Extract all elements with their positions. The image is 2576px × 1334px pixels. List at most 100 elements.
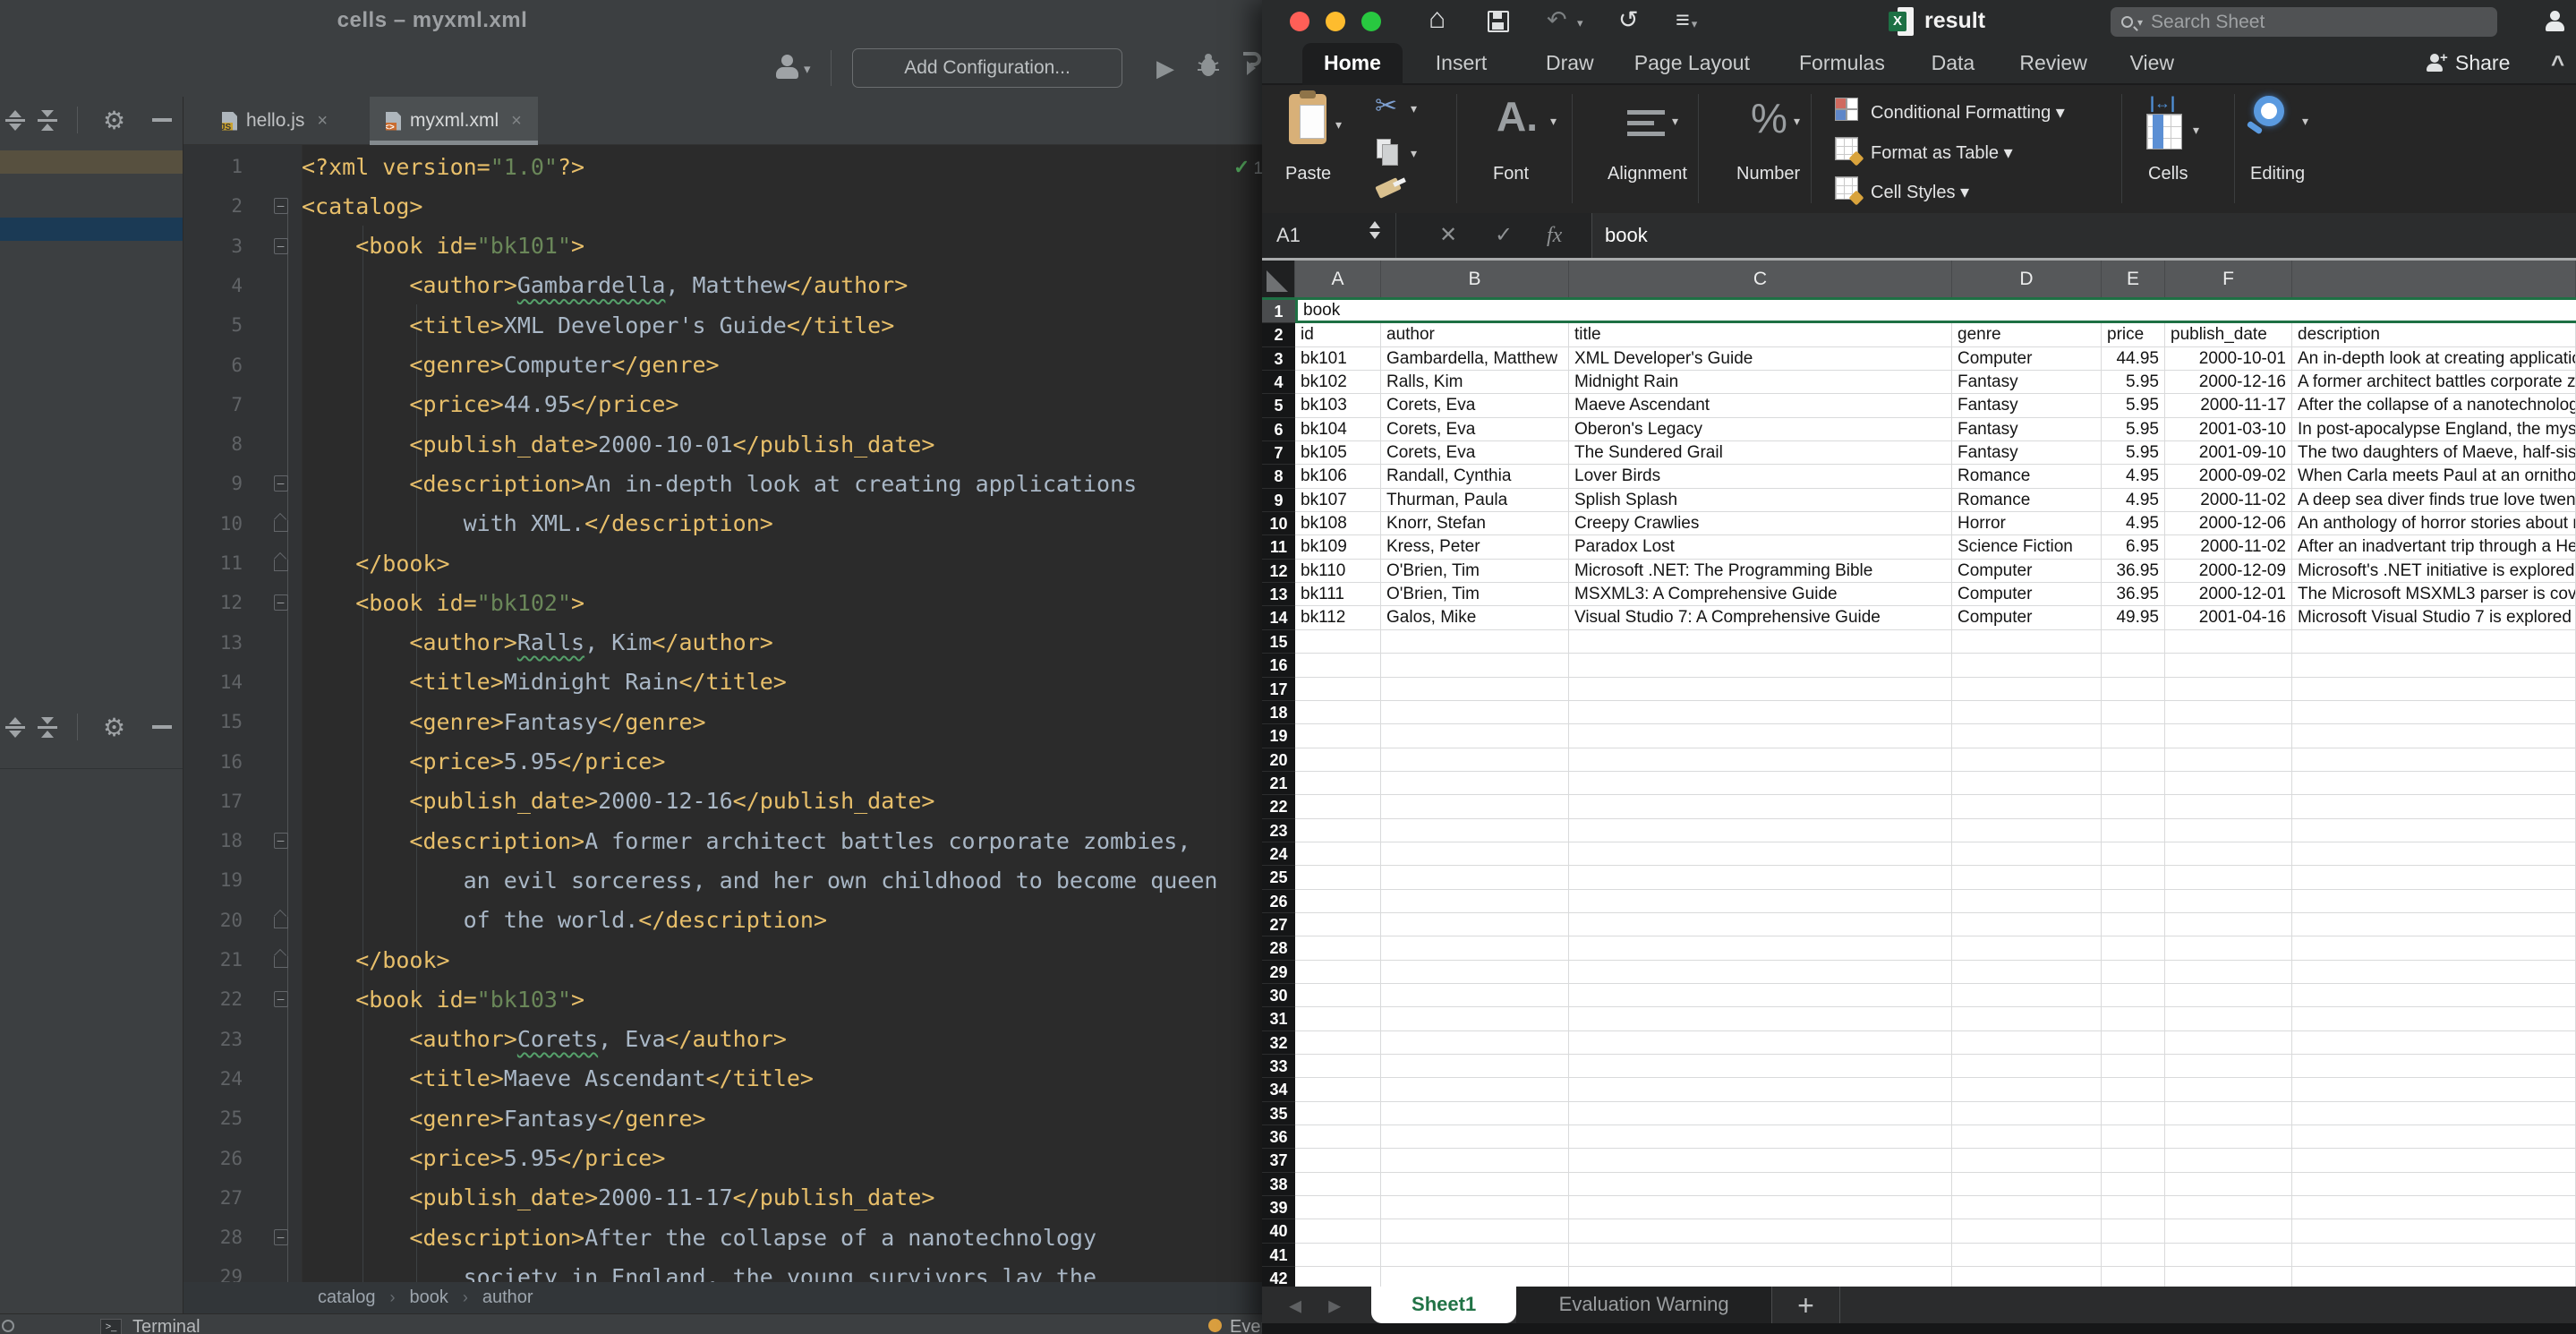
code-line[interactable]: 9– <description>An in-depth look at crea… xyxy=(183,464,1262,503)
cell[interactable] xyxy=(2165,1078,2292,1101)
ribbon-tab-insert[interactable]: Insert xyxy=(1432,43,1491,85)
cell[interactable] xyxy=(1381,961,1569,984)
cell[interactable] xyxy=(1952,961,2102,984)
column-header-D[interactable]: D xyxy=(1952,261,2102,297)
ribbon-tab-home[interactable]: Home xyxy=(1302,43,1403,85)
cell[interactable] xyxy=(1952,1125,2102,1149)
format-as-table-icon[interactable] xyxy=(1835,137,1858,160)
fold-collapse-icon[interactable]: – xyxy=(274,833,288,849)
cell[interactable]: The two daughters of Maeve, half-sisters… xyxy=(2292,441,2576,465)
cell[interactable]: Midnight Rain xyxy=(1569,371,1952,394)
close-traffic-light[interactable] xyxy=(1290,12,1309,31)
ribbon-tab-review[interactable]: Review xyxy=(2016,43,2090,85)
share-person-icon[interactable] xyxy=(2426,54,2447,73)
fold-collapse-icon[interactable]: – xyxy=(274,475,288,492)
next-sheet-arrow[interactable]: ▸ xyxy=(1328,1290,1341,1320)
cell[interactable] xyxy=(2292,748,2576,772)
format-as-table-button[interactable]: Format as Table ▾ xyxy=(1871,141,2013,164)
cell-styles-button[interactable]: Cell Styles ▾ xyxy=(1871,181,1969,203)
cell[interactable] xyxy=(2165,1031,2292,1055)
cell[interactable]: XML Developer's Guide xyxy=(1569,347,1952,371)
cell[interactable]: Horror xyxy=(1952,512,2102,535)
cell[interactable] xyxy=(2292,795,2576,818)
cell[interactable]: 2000-11-02 xyxy=(2165,535,2292,559)
cell[interactable] xyxy=(1381,842,1569,866)
cell[interactable]: bk106 xyxy=(1295,465,1381,488)
column-header-F[interactable]: F xyxy=(2165,261,2292,297)
close-icon[interactable]: × xyxy=(511,111,522,132)
code-line[interactable]: 29 society in England, the young survivo… xyxy=(183,1257,1262,1282)
code-line[interactable]: 28– <description>After the collapse of a… xyxy=(183,1218,1262,1257)
status-circle-icon[interactable] xyxy=(2,1320,14,1332)
cell[interactable] xyxy=(2165,819,2292,842)
cell[interactable] xyxy=(2165,866,2292,889)
code-line[interactable]: 1<?xml version="1.0"?> xyxy=(183,147,1262,186)
code-line[interactable]: 19 an evil sorceress, and her own childh… xyxy=(183,860,1262,900)
alignment-group-button[interactable]: Alignment xyxy=(1608,164,1687,184)
cell[interactable] xyxy=(2292,1031,2576,1055)
cell[interactable] xyxy=(1569,1125,1952,1149)
cell[interactable] xyxy=(1381,1219,1569,1243)
cell[interactable] xyxy=(1952,630,2102,654)
cell[interactable] xyxy=(1952,866,2102,889)
cell[interactable] xyxy=(2102,748,2165,772)
debug-bug-icon[interactable] xyxy=(1196,52,1221,77)
cell[interactable]: bk107 xyxy=(1295,489,1381,512)
cell[interactable] xyxy=(1381,772,1569,795)
row-header-5[interactable]: 5 xyxy=(1262,394,1295,417)
cell[interactable] xyxy=(1381,984,1569,1007)
collapse-all-icon[interactable] xyxy=(38,717,57,738)
ribbon-tab-view[interactable]: View xyxy=(2127,43,2178,85)
cell[interactable]: After an inadvertant trip through a Heis… xyxy=(2292,535,2576,559)
redo-icon[interactable]: ↺ xyxy=(1618,6,1639,34)
list-item-selected[interactable] xyxy=(0,218,183,241)
row-header-38[interactable]: 38 xyxy=(1262,1173,1295,1196)
cell[interactable] xyxy=(2102,1007,2165,1030)
cell[interactable] xyxy=(1569,678,1952,701)
column-header-B[interactable]: B xyxy=(1381,261,1569,297)
cell[interactable] xyxy=(1295,1102,1381,1125)
cell[interactable] xyxy=(1295,913,1381,936)
code-line[interactable]: 26 <price>5.95</price> xyxy=(183,1139,1262,1178)
close-icon[interactable]: × xyxy=(317,111,328,132)
cell[interactable] xyxy=(2102,913,2165,936)
cell[interactable] xyxy=(1569,795,1952,818)
cell[interactable] xyxy=(2102,1267,2165,1287)
cell[interactable] xyxy=(2102,842,2165,866)
cell[interactable] xyxy=(1952,984,2102,1007)
enter-check-icon[interactable]: ✓ xyxy=(1495,213,1513,259)
cell[interactable] xyxy=(2292,1196,2576,1219)
cell[interactable] xyxy=(2165,678,2292,701)
code-line[interactable]: 12– <book id="bk102"> xyxy=(183,583,1262,622)
cut-scissors-icon[interactable]: ✂ xyxy=(1375,90,1397,122)
cell[interactable] xyxy=(2165,1149,2292,1172)
cell[interactable]: Microsoft .NET: The Programming Bible xyxy=(1569,560,1952,583)
cell[interactable] xyxy=(2165,913,2292,936)
user-profile-icon[interactable] xyxy=(773,54,800,81)
cell[interactable]: description xyxy=(2292,323,2576,346)
cell[interactable]: In post-apocalypse England, the mysterio… xyxy=(2292,418,2576,441)
cell[interactable] xyxy=(1952,748,2102,772)
cell[interactable] xyxy=(2102,724,2165,748)
cell[interactable] xyxy=(1295,701,1381,724)
row-header-33[interactable]: 33 xyxy=(1262,1055,1295,1078)
cell[interactable] xyxy=(2292,701,2576,724)
row-header-9[interactable]: 9 xyxy=(1262,489,1295,512)
cell[interactable]: 5.95 xyxy=(2102,371,2165,394)
cell[interactable] xyxy=(2292,1125,2576,1149)
add-configuration-button[interactable]: Add Configuration... xyxy=(852,48,1122,88)
conditional-formatting-icon[interactable] xyxy=(1835,98,1858,121)
chevron-down-icon[interactable]: ▾ xyxy=(2302,114,2308,129)
customize-toolbar-icon[interactable]: ≡▾ xyxy=(1676,6,1697,34)
code-line[interactable]: 10 with XML.</description> xyxy=(183,504,1262,543)
cell[interactable] xyxy=(2292,866,2576,889)
row-header-20[interactable]: 20 xyxy=(1262,748,1295,772)
select-all-corner[interactable] xyxy=(1262,261,1295,297)
cell[interactable] xyxy=(1569,654,1952,677)
chevron-down-icon[interactable]: ▾ xyxy=(1550,114,1557,129)
cell[interactable]: Visual Studio 7: A Comprehensive Guide xyxy=(1569,606,1952,629)
row-header-35[interactable]: 35 xyxy=(1262,1102,1295,1125)
cell[interactable] xyxy=(1295,961,1381,984)
cell[interactable]: Fantasy xyxy=(1952,418,2102,441)
cell[interactable] xyxy=(1295,1078,1381,1101)
